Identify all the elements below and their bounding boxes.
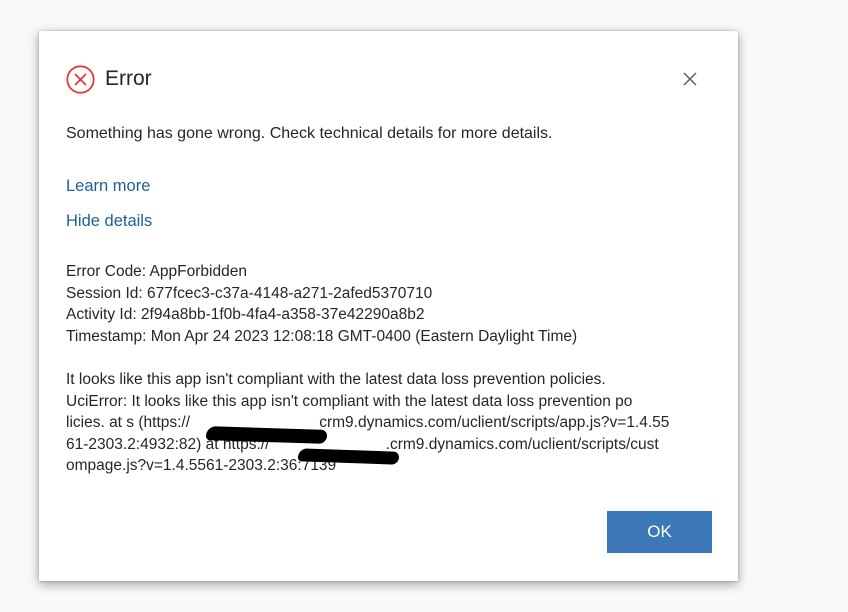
stack-line: licies. at s (https:// crm9.dynamics.com…	[66, 414, 670, 431]
details-spacer	[66, 347, 726, 369]
session-id-line: Session Id: 677fcec3-c37a-4148-a271-2afe…	[66, 284, 433, 302]
error-code-line: Error Code: AppForbidden	[66, 263, 247, 280]
dialog-title: Error	[105, 67, 152, 90]
activity-id-line: Activity Id: 2f94a8bb-1f0b-4fa4-a358-37e…	[66, 306, 425, 323]
stack-line: UciError: It looks like this app isn't c…	[66, 392, 633, 410]
error-message: Something has gone wrong. Check technica…	[66, 125, 553, 142]
error-circle-icon	[66, 65, 95, 94]
technical-details: Error Code: AppForbidden Session Id: 677…	[66, 261, 726, 477]
close-icon[interactable]	[678, 67, 702, 91]
timestamp-line: Timestamp: Mon Apr 24 2023 12:08:18 GMT-…	[66, 327, 578, 345]
learn-more-link[interactable]: Learn more	[66, 176, 150, 196]
stack-line: It looks like this app isn't compliant w…	[66, 371, 606, 388]
ok-button[interactable]: OK	[607, 511, 712, 553]
hide-details-link[interactable]: Hide details	[66, 211, 152, 231]
error-dialog: Error Something has gone wrong. Check te…	[39, 31, 738, 581]
